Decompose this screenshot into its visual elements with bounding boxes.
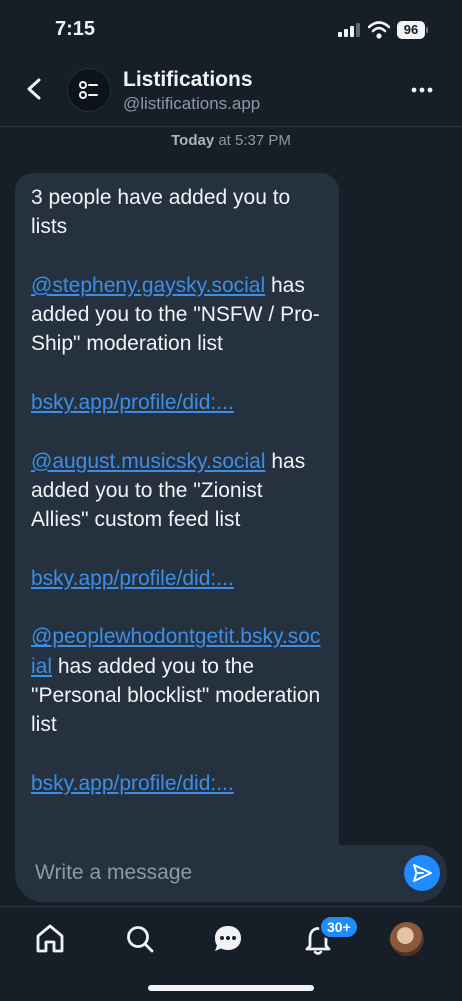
back-icon[interactable] xyxy=(20,74,48,104)
message-bubble: 3 people have added you to lists @stephe… xyxy=(15,173,339,873)
status-time: 7:15 xyxy=(55,18,96,40)
timestamp-day: Today xyxy=(171,132,215,149)
message-input[interactable] xyxy=(35,859,395,887)
home-indicator xyxy=(148,985,314,991)
list-icon xyxy=(79,81,98,99)
message-intro: 3 people have added you to lists xyxy=(31,186,291,239)
message-entry: @august.musicsky.social has added you to… xyxy=(31,447,323,535)
entry-text: has added you to the "Personal blocklist… xyxy=(31,654,321,737)
profile-link[interactable]: bsky.app/profile/did:... xyxy=(31,567,234,590)
message-link-row: bsky.app/profile/did:... xyxy=(31,388,323,417)
send-button[interactable] xyxy=(404,855,440,891)
message-timestamp: Today at 5:37 PM xyxy=(0,132,462,149)
notifications-badge: 30+ xyxy=(319,915,359,939)
mention-link[interactable]: @stepheny.gaysky.social xyxy=(31,274,265,297)
profile-link[interactable]: bsky.app/profile/did:... xyxy=(31,391,234,414)
conversation-header: Listifications @listifications.app xyxy=(0,60,462,127)
avatar xyxy=(390,922,424,956)
wifi-icon xyxy=(368,21,390,39)
battery-level: 96 xyxy=(397,21,425,39)
conversation-avatar[interactable] xyxy=(67,68,111,112)
status-bar: 7:15 96 xyxy=(0,0,462,60)
signal-icon xyxy=(338,23,360,37)
message-entry: @peoplewhodontgetit.bsky.social has adde… xyxy=(31,622,323,739)
message-link-row: bsky.app/profile/did:... xyxy=(31,564,323,593)
message-link-row: bsky.app/profile/did:... xyxy=(31,769,323,798)
more-icon[interactable] xyxy=(408,78,436,102)
message-entry: @stepheny.gaysky.social has added you to… xyxy=(31,271,323,359)
message-composer xyxy=(15,845,447,902)
timestamp-time: at 5:37 PM xyxy=(218,132,291,149)
conversation-handle: @listifications.app xyxy=(123,94,261,113)
conversation-title[interactable]: Listifications xyxy=(123,68,253,92)
profile-link[interactable]: bsky.app/profile/did:... xyxy=(31,772,234,795)
battery-icon: 96 xyxy=(397,21,428,39)
profile-tab[interactable] xyxy=(387,919,427,959)
mention-link[interactable]: @august.musicsky.social xyxy=(31,450,266,473)
chat-icon[interactable] xyxy=(208,919,248,959)
send-icon xyxy=(413,864,432,882)
home-icon[interactable] xyxy=(30,919,70,959)
search-icon[interactable] xyxy=(120,919,160,959)
